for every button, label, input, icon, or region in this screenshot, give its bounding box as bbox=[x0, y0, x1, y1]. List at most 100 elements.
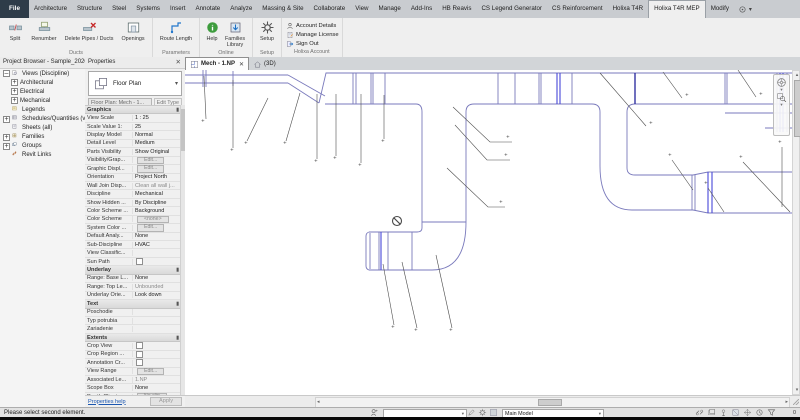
duct-tag[interactable]: + bbox=[506, 134, 510, 140]
duct-tag[interactable]: + bbox=[358, 162, 362, 168]
property-value[interactable]: Clean all wall j... bbox=[133, 183, 181, 189]
section-collapse-icon[interactable]: ▮ bbox=[176, 267, 179, 273]
renumber-button[interactable]: Renumber bbox=[28, 19, 60, 42]
property-value[interactable]: Show Original bbox=[133, 149, 181, 155]
duct-tag[interactable]: + bbox=[504, 152, 508, 158]
property-edit-button[interactable]: Edit... bbox=[137, 368, 164, 375]
annotation-leader[interactable] bbox=[383, 264, 394, 325]
view-tab-3d[interactable]: (3D) bbox=[249, 58, 280, 70]
resize-grip[interactable] bbox=[793, 399, 799, 405]
section-header-graphics[interactable]: Graphics▮ bbox=[85, 106, 181, 114]
ribbon-tab-collaborate[interactable]: Collaborate bbox=[309, 0, 351, 18]
duct-tag[interactable]: + bbox=[449, 327, 453, 333]
ribbon-tab-structure[interactable]: Structure bbox=[72, 0, 107, 18]
property-value[interactable]: Background bbox=[133, 208, 181, 214]
ribbon-tab-view[interactable]: View bbox=[350, 0, 373, 18]
ribbon-tab-analyze[interactable]: Analyze bbox=[225, 0, 257, 18]
scroll-up-arrow[interactable]: ▴ bbox=[793, 71, 800, 79]
expand-icon[interactable]: + bbox=[3, 116, 10, 123]
select-pinned-icon[interactable] bbox=[719, 408, 728, 417]
select-by-face-icon[interactable] bbox=[731, 408, 740, 417]
property-value[interactable]: Look down bbox=[133, 292, 181, 298]
annotation-leader[interactable] bbox=[600, 73, 646, 126]
split-button[interactable]: Split bbox=[4, 19, 26, 42]
property-value[interactable]: 1 : 25 bbox=[133, 115, 181, 121]
vertical-scrollbar[interactable]: ▴ ▾ bbox=[792, 70, 800, 395]
property-value[interactable]: None bbox=[133, 385, 181, 391]
expand-icon[interactable]: + bbox=[3, 134, 10, 141]
ribbon-tab-massing-site[interactable]: Massing & Site bbox=[257, 0, 308, 18]
duct-tag[interactable]: + bbox=[649, 120, 653, 126]
duct-tag[interactable]: + bbox=[685, 92, 689, 98]
collapse-icon[interactable]: – bbox=[3, 70, 10, 77]
section-collapse-icon[interactable]: ▮ bbox=[176, 107, 179, 113]
tree-item-revit-links[interactable]: Revit Links bbox=[0, 151, 85, 160]
duct-segment[interactable] bbox=[288, 83, 319, 103]
property-edit-button[interactable]: Edit... bbox=[137, 165, 164, 172]
scroll-left-arrow[interactable]: ◂ bbox=[317, 399, 320, 406]
duct-tag[interactable]: + bbox=[778, 139, 782, 145]
section-header-text[interactable]: Text▮ bbox=[85, 300, 181, 308]
sign-out-menu-item[interactable]: Sign Out bbox=[285, 39, 339, 48]
checkbox[interactable] bbox=[136, 258, 143, 265]
duct-tag[interactable]: + bbox=[759, 91, 763, 97]
section-header-underlay[interactable]: Underlay▮ bbox=[85, 266, 181, 274]
duct-tag[interactable]: + bbox=[391, 324, 395, 330]
duct-segment[interactable] bbox=[325, 104, 422, 222]
chevron-down-icon[interactable]: ▾ bbox=[780, 103, 782, 107]
checkbox[interactable] bbox=[136, 351, 143, 358]
openings-button[interactable]: Openings bbox=[118, 19, 148, 42]
duct-tag[interactable]: + bbox=[283, 140, 287, 146]
properties-titlebar[interactable]: Properties ✕ bbox=[85, 57, 185, 69]
duct-segment[interactable] bbox=[466, 104, 600, 222]
tree-item-families[interactable]: +Families bbox=[0, 133, 85, 142]
annotation-leader[interactable] bbox=[738, 70, 756, 97]
properties-help-link[interactable]: Properties help bbox=[88, 399, 126, 405]
duct-tag[interactable]: + bbox=[381, 138, 385, 144]
duct-tag[interactable]: + bbox=[704, 180, 708, 186]
duct-segment[interactable] bbox=[600, 166, 800, 213]
tree-item-architectural[interactable]: +Architectural bbox=[0, 78, 85, 87]
model-canvas[interactable]: +++++++++++++++++++++ ▾ ▾ ▴ ▾ bbox=[185, 70, 800, 395]
annotation-leader[interactable] bbox=[453, 107, 512, 142]
section-collapse-icon[interactable]: ▮ bbox=[176, 335, 179, 341]
property-value[interactable]: None bbox=[133, 233, 181, 239]
property-value[interactable]: By Discipline bbox=[133, 200, 181, 206]
scroll-down-arrow[interactable]: ▾ bbox=[793, 386, 800, 394]
duct-tag[interactable]: + bbox=[244, 140, 248, 146]
ribbon-tab-annotate[interactable]: Annotate bbox=[190, 0, 225, 18]
property-edit-button[interactable]: <none> bbox=[137, 216, 169, 223]
setup-button[interactable]: Setup bbox=[257, 19, 277, 42]
tree-item-legends[interactable]: Legends bbox=[0, 105, 85, 114]
ribbon-state-toggle[interactable]: ▾ bbox=[734, 0, 756, 18]
duct-segment[interactable] bbox=[432, 222, 466, 270]
navigation-bar[interactable]: ▾ ▾ bbox=[773, 74, 790, 136]
expand-icon[interactable]: + bbox=[3, 143, 10, 150]
scrollbar-thumb[interactable] bbox=[794, 80, 800, 137]
annotation-leader[interactable] bbox=[286, 93, 300, 141]
view-tab-active[interactable]: Mech - 1.NP ✕ bbox=[185, 57, 249, 70]
duct-segment[interactable] bbox=[366, 232, 432, 270]
checkbox[interactable] bbox=[136, 342, 143, 349]
account-details-menu-item[interactable]: Account Details bbox=[285, 21, 339, 30]
duct-tag[interactable]: + bbox=[230, 147, 234, 153]
property-value[interactable]: Unbounded bbox=[133, 284, 181, 290]
worksets-icon[interactable] bbox=[370, 408, 379, 417]
tree-item-groups[interactable]: +Groups bbox=[0, 142, 85, 151]
property-value[interactable]: 25 bbox=[133, 124, 181, 130]
property-value[interactable]: Project North bbox=[133, 174, 181, 180]
property-value[interactable]: Normal bbox=[133, 132, 181, 138]
expand-icon[interactable]: + bbox=[11, 97, 18, 104]
select-underlay-icon[interactable] bbox=[707, 408, 716, 417]
annotation-leader[interactable] bbox=[455, 125, 510, 160]
type-selector[interactable]: Floor Plan ▾ bbox=[88, 71, 182, 96]
ribbon-tab-steel[interactable]: Steel bbox=[107, 0, 131, 18]
ribbon-tab-cs-reinforcement[interactable]: CS Reinforcement bbox=[547, 0, 608, 18]
select-links-icon[interactable] bbox=[695, 408, 704, 417]
property-value[interactable]: None bbox=[133, 275, 181, 281]
annotation-leader[interactable] bbox=[247, 98, 268, 141]
tree-item-mechanical[interactable]: +Mechanical bbox=[0, 96, 85, 105]
duct-segment[interactable] bbox=[288, 75, 325, 96]
property-value[interactable]: HVAC bbox=[133, 242, 181, 248]
annotation-leader[interactable] bbox=[402, 262, 417, 328]
